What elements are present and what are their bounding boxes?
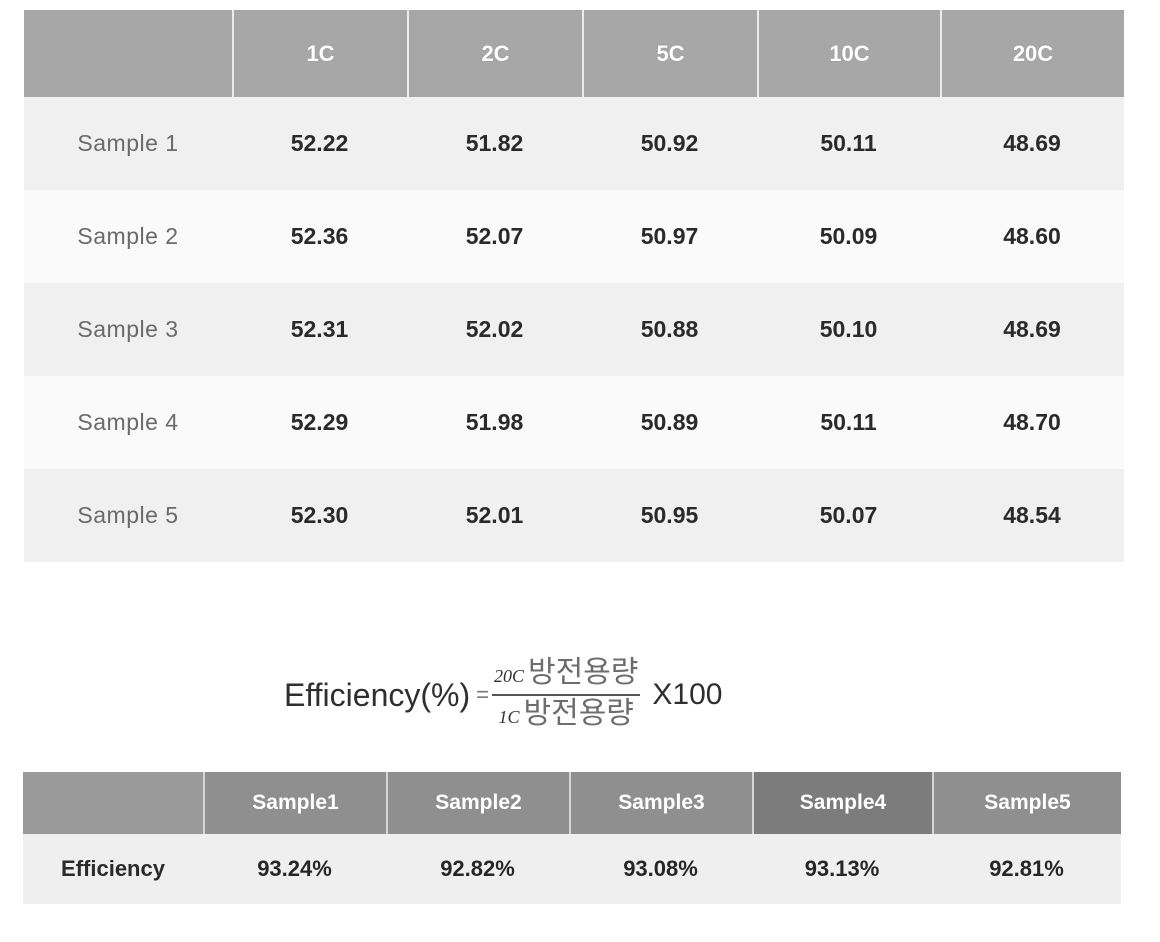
table-row: Sample 4 52.29 51.98 50.89 50.11 48.70: [24, 376, 1124, 469]
denominator-rate: 1C: [498, 707, 520, 727]
column-header-sample2: Sample2: [386, 772, 569, 834]
column-header-sample1: Sample1: [203, 772, 386, 834]
header-row: 1C 2C 5C 10C 20C: [24, 10, 1124, 97]
table-cell: 50.95: [582, 469, 757, 562]
column-header-sample5: Sample5: [932, 772, 1121, 834]
column-header-20c: 20C: [940, 10, 1124, 97]
table-cell: 48.69: [940, 97, 1124, 190]
row-label: Sample 4: [24, 376, 232, 469]
fraction-numerator: 20C 방전용량: [491, 656, 641, 696]
table-cell: 50.09: [757, 190, 940, 283]
column-header-2c: 2C: [407, 10, 582, 97]
table-cell: 50.10: [757, 283, 940, 376]
table-cell: 93.13%: [752, 834, 932, 904]
formula-lhs: Efficiency(%): [284, 676, 471, 713]
table-cell: 52.07: [407, 190, 582, 283]
corner-header-cell: [24, 10, 232, 97]
rate-capability-table: 1C 2C 5C 10C 20C Sample 1 52.22 51.82 50…: [24, 10, 1124, 562]
efficiency-table: Sample1 Sample2 Sample3 Sample4 Sample5 …: [23, 772, 1121, 904]
table-row: Sample 2 52.36 52.07 50.97 50.09 48.60: [24, 190, 1124, 283]
column-header-5c: 5C: [582, 10, 757, 97]
table-cell: 51.98: [407, 376, 582, 469]
table-cell: 48.69: [940, 283, 1124, 376]
header-row: Sample1 Sample2 Sample3 Sample4 Sample5: [23, 772, 1121, 834]
table-cell: 52.02: [407, 283, 582, 376]
table-row: Sample 1 52.22 51.82 50.92 50.11 48.69: [24, 97, 1124, 190]
row-label: Sample 2: [24, 190, 232, 283]
table-cell: 93.08%: [569, 834, 752, 904]
table-cell: 50.11: [757, 376, 940, 469]
table-cell: 50.11: [757, 97, 940, 190]
row-label: Sample 3: [24, 283, 232, 376]
table-cell: 50.89: [582, 376, 757, 469]
numerator-text: 방전용량: [528, 656, 639, 689]
table-cell: 51.82: [407, 97, 582, 190]
table-cell: 50.97: [582, 190, 757, 283]
numerator-rate: 20C: [493, 666, 524, 686]
table-row: Efficiency 93.24% 92.82% 93.08% 93.13% 9…: [23, 834, 1121, 904]
efficiency-formula: Efficiency(%) = 20C 방전용량 1C 방전용량 X100: [284, 650, 722, 740]
corner-header-cell: [23, 772, 203, 834]
fraction-denominator: 1C 방전용량: [498, 696, 633, 734]
row-label: Efficiency: [23, 834, 203, 904]
table-cell: 48.54: [940, 469, 1124, 562]
table-cell: 52.31: [232, 283, 407, 376]
table-cell: 92.82%: [386, 834, 569, 904]
column-header-sample3: Sample3: [569, 772, 752, 834]
table-cell: 52.22: [232, 97, 407, 190]
column-header-1c: 1C: [232, 10, 407, 97]
table-cell: 52.01: [407, 469, 582, 562]
formula-equals: =: [476, 682, 489, 707]
table-cell: 50.88: [582, 283, 757, 376]
column-header-10c: 10C: [757, 10, 940, 97]
table-cell: 52.29: [232, 376, 407, 469]
table-cell: 52.30: [232, 469, 407, 562]
row-label: Sample 5: [24, 469, 232, 562]
formula-fraction: 20C 방전용량 1C 방전용량: [491, 656, 641, 734]
table-cell: 93.24%: [203, 834, 386, 904]
table-cell: 50.92: [582, 97, 757, 190]
table-row: Sample 3 52.31 52.02 50.88 50.10 48.69: [24, 283, 1124, 376]
table-cell: 50.07: [757, 469, 940, 562]
formula-multiplier: X100: [652, 678, 723, 711]
table-cell: 92.81%: [932, 834, 1121, 904]
table-cell: 48.70: [940, 376, 1124, 469]
table-cell: 48.60: [940, 190, 1124, 283]
table-row: Sample 5 52.30 52.01 50.95 50.07 48.54: [24, 469, 1124, 562]
denominator-text: 방전용량: [523, 697, 634, 730]
row-label: Sample 1: [24, 97, 232, 190]
table-cell: 52.36: [232, 190, 407, 283]
column-header-sample4: Sample4: [752, 772, 932, 834]
